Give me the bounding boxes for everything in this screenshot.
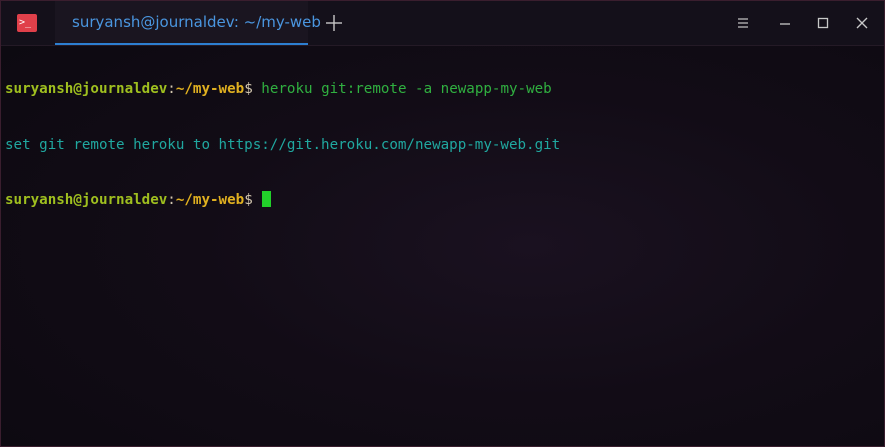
terminal-output[interactable]: suryansh@journaldev:~/my-web$ heroku git… xyxy=(5,43,880,247)
prompt-path: ~/my-web xyxy=(175,192,245,208)
maximize-icon[interactable] xyxy=(812,12,834,34)
tab-title: suryansh@journaldev: ~/my-web xyxy=(72,13,321,31)
prompt-dollar: $ xyxy=(244,192,253,208)
terminal-window: >_ suryansh@journaldev: ~/my-web suryans… xyxy=(0,0,885,447)
prompt-path: ~/my-web xyxy=(175,81,245,97)
terminal-line-1: suryansh@journaldev:~/my-web$ heroku git… xyxy=(5,80,880,99)
command-input[interactable] xyxy=(253,192,262,208)
prompt-user: suryansh@journaldev xyxy=(5,81,168,97)
text-cursor xyxy=(262,191,272,207)
prompt-user: suryansh@journaldev xyxy=(5,192,168,208)
prompt-colon: : xyxy=(167,81,176,97)
terminal-line-3: suryansh@journaldev:~/my-web$ xyxy=(5,191,880,210)
terminal-icon[interactable]: >_ xyxy=(17,14,37,32)
close-icon[interactable] xyxy=(851,12,873,34)
tab-active[interactable]: suryansh@journaldev: ~/my-web xyxy=(55,1,321,45)
prompt-dollar: $ xyxy=(244,81,253,97)
title-bar: >_ suryansh@journaldev: ~/my-web xyxy=(1,1,884,46)
minimize-icon[interactable] xyxy=(774,12,796,34)
terminal-line-2: set git remote heroku to https://git.her… xyxy=(5,136,880,155)
plus-icon[interactable] xyxy=(321,10,347,36)
command-text: heroku git:remote -a newapp-my-web xyxy=(252,81,552,97)
output-text: set git remote heroku to https://git.her… xyxy=(5,136,561,153)
hamburger-menu-icon[interactable] xyxy=(732,12,754,34)
prompt-colon: : xyxy=(167,192,176,208)
